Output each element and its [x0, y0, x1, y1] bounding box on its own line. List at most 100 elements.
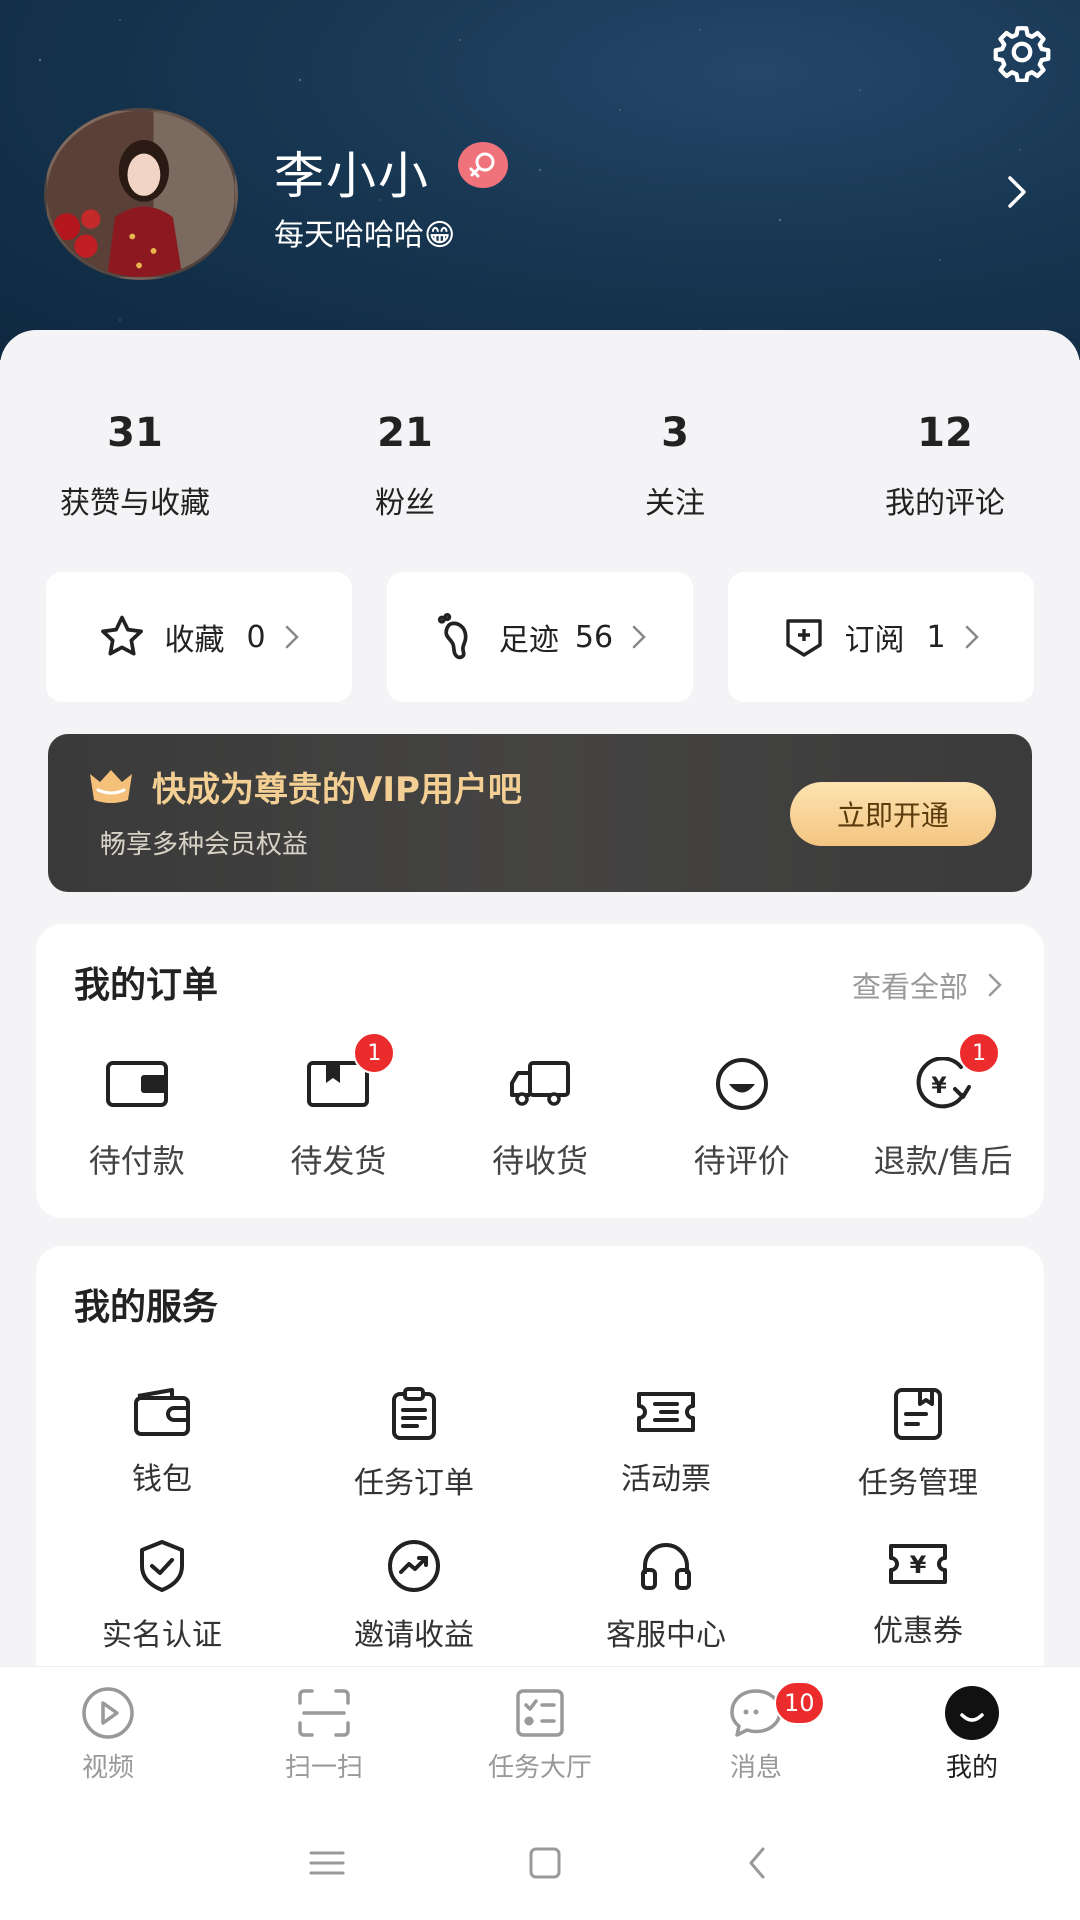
services-grid: 钱包 任务订单 活动票 任务管理 实名认证 邀请收益 客服中心 ¥ 优惠券 — [36, 1386, 1044, 1654]
chevron-right-icon — [965, 625, 979, 649]
scan-icon — [298, 1689, 350, 1737]
chevron-right-icon — [285, 625, 299, 649]
stat-value: 3 — [661, 410, 689, 456]
profile-icon — [945, 1686, 999, 1740]
service-event-tickets[interactable]: 活动票 — [540, 1386, 792, 1502]
tab-label: 消息 — [729, 1753, 782, 1783]
user-motto: 每天哈哈哈😁 — [274, 218, 456, 253]
stat-value: 12 — [917, 410, 973, 456]
menu-icon[interactable] — [307, 1848, 347, 1878]
ticket-icon — [637, 1392, 695, 1432]
service-task-management[interactable]: 任务管理 — [792, 1386, 1044, 1502]
vip-title: 快成为尊贵的VIP用户吧 — [152, 770, 522, 810]
headset-icon — [641, 1543, 691, 1590]
tab-video[interactable]: 视频 — [0, 1667, 216, 1806]
order-pending-shipment[interactable]: 1 待发货 — [238, 1032, 440, 1182]
tab-label: 任务大厅 — [487, 1753, 592, 1783]
shield-check-icon — [140, 1540, 184, 1592]
footprint-icon — [437, 613, 468, 660]
quick-label: 订阅 — [844, 623, 905, 658]
vip-activate-button[interactable]: 立即开通 — [790, 782, 996, 846]
service-wallet[interactable]: 钱包 — [36, 1386, 288, 1502]
crown-icon — [86, 764, 136, 808]
play-icon — [82, 1687, 134, 1739]
stat-likes[interactable]: 31 获赞与收藏 — [0, 410, 270, 522]
back-icon[interactable] — [743, 1845, 773, 1881]
order-label: 待发货 — [290, 1142, 387, 1180]
order-pending-review[interactable]: 待评价 — [641, 1054, 843, 1182]
service-identity-verification[interactable]: 实名认证 — [36, 1538, 288, 1654]
vip-banner[interactable]: 快成为尊贵的VIP用户吧 畅享多种会员权益 立即开通 — [48, 734, 1032, 892]
system-navigation-bar — [0, 1806, 1080, 1920]
star-icon — [101, 615, 144, 656]
order-label: 退款/售后 — [873, 1142, 1013, 1180]
stats-row: 31 获赞与收藏 21 粉丝 3 关注 12 我的评论 — [0, 410, 1080, 522]
stat-label: 关注 — [645, 486, 705, 521]
service-coupons[interactable]: ¥ 优惠券 — [792, 1538, 1044, 1654]
service-label: 邀请收益 — [354, 1618, 474, 1653]
task-manage-icon — [894, 1388, 942, 1440]
stat-label: 粉丝 — [375, 486, 435, 521]
quick-count: 1 — [926, 619, 946, 655]
coupon-icon: ¥ — [889, 1544, 947, 1584]
services-title: 我的服务 — [74, 1287, 219, 1328]
tab-label: 视频 — [81, 1753, 134, 1783]
svg-text:¥: ¥ — [932, 1074, 948, 1099]
settings-button[interactable] — [992, 22, 1052, 83]
service-customer-center[interactable]: 客服中心 — [540, 1538, 792, 1654]
tab-messages[interactable]: 10 消息 — [648, 1667, 864, 1806]
service-label: 任务订单 — [354, 1466, 474, 1501]
quick-access-row: 收藏 0 足迹 56 订阅 1 — [46, 572, 1034, 702]
stat-following[interactable]: 3 关注 — [540, 410, 810, 522]
profile-header: 李小小 每天哈哈哈😁 — [0, 0, 1080, 360]
stat-label: 我的评论 — [885, 486, 1005, 521]
badge-count: 1 — [353, 1032, 396, 1074]
order-label: 待评价 — [693, 1142, 790, 1180]
vip-subtitle: 畅享多种会员权益 — [100, 830, 309, 860]
subscriptions-card[interactable]: 订阅 1 — [728, 572, 1034, 702]
tab-scan[interactable]: 扫一扫 — [216, 1667, 432, 1806]
favorites-card[interactable]: 收藏 0 — [46, 572, 352, 702]
badge-count: 1 — [958, 1032, 1001, 1074]
avatar[interactable] — [44, 108, 238, 280]
service-invite-earnings[interactable]: 邀请收益 — [288, 1538, 540, 1654]
profile-chevron-right-icon[interactable] — [1002, 172, 1032, 212]
tab-label: 我的 — [945, 1753, 998, 1783]
home-icon[interactable] — [527, 1845, 563, 1881]
order-pending-receipt[interactable]: 待收货 — [439, 1054, 641, 1182]
tab-task-hall[interactable]: 任务大厅 — [432, 1667, 648, 1806]
service-label: 客服中心 — [606, 1618, 726, 1653]
female-icon — [458, 142, 508, 188]
quick-label: 收藏 — [164, 623, 225, 658]
avatar-image — [47, 111, 235, 277]
stat-comments[interactable]: 12 我的评论 — [810, 410, 1080, 522]
stat-value: 21 — [377, 410, 433, 456]
subscribe-icon — [786, 619, 823, 657]
svg-text:¥: ¥ — [910, 1551, 927, 1579]
quick-count: 56 — [574, 619, 614, 655]
see-all-orders-link[interactable]: 查看全部 — [852, 964, 1004, 1006]
gear-icon — [993, 26, 1051, 83]
orders-title: 我的订单 — [74, 965, 219, 1006]
service-label: 实名认证 — [102, 1618, 222, 1653]
stat-fans[interactable]: 21 粉丝 — [270, 410, 540, 522]
quick-count: 0 — [246, 619, 266, 655]
tab-label: 扫一扫 — [284, 1753, 363, 1783]
stat-value: 31 — [107, 410, 163, 456]
user-name: 李小小 — [274, 147, 430, 205]
order-pending-payment[interactable]: 待付款 — [36, 1054, 238, 1182]
order-refund-aftersales[interactable]: ¥ 1 退款/售后 — [842, 1032, 1044, 1182]
stat-label: 获赞与收藏 — [60, 486, 210, 521]
service-task-orders[interactable]: 任务订单 — [288, 1386, 540, 1502]
truck-icon — [509, 1061, 570, 1106]
service-label: 钱包 — [132, 1462, 192, 1497]
service-label: 任务管理 — [858, 1466, 978, 1501]
chevron-right-icon — [988, 973, 1002, 997]
order-label: 待收货 — [491, 1142, 588, 1180]
footprints-card[interactable]: 足迹 56 — [387, 572, 693, 702]
see-all-label: 查看全部 — [851, 970, 968, 1004]
order-status-row: 待付款 1 待发货 待收货 待评价 ¥ 1 退款/售后 — [36, 1032, 1044, 1182]
tab-profile[interactable]: 我的 — [864, 1667, 1080, 1806]
service-label: 优惠券 — [873, 1614, 963, 1649]
chevron-right-icon — [632, 625, 646, 649]
